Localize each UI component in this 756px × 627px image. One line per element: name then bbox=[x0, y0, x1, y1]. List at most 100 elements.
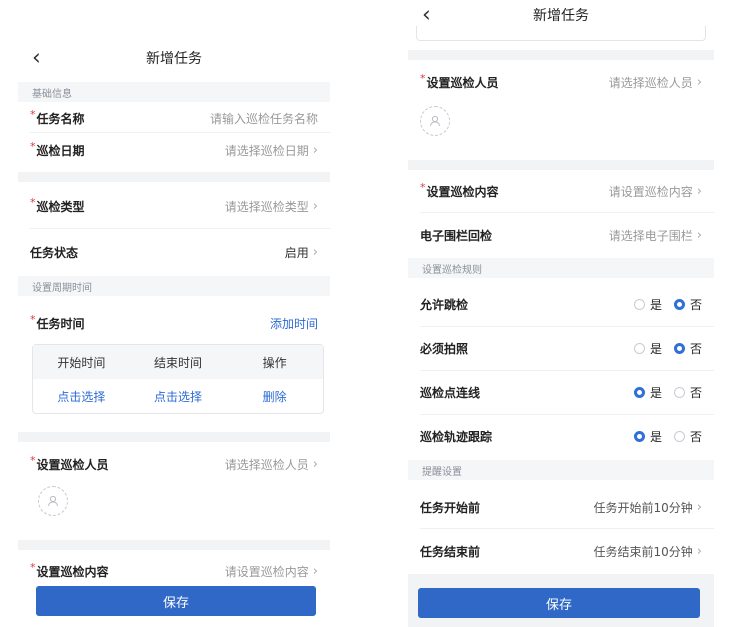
radio-unchecked-icon bbox=[673, 430, 685, 442]
radio-group: 是 否 bbox=[633, 428, 702, 445]
radio-no-label: 否 bbox=[689, 297, 702, 312]
content-label: 设置巡检内容 bbox=[36, 564, 109, 579]
task-status-value: 启用 bbox=[284, 245, 309, 260]
section-gap bbox=[408, 50, 714, 60]
inspect-type-row[interactable]: * 巡检类型 请选择巡检类型 › bbox=[18, 188, 330, 224]
geofence-value: 请选择电子围栏 bbox=[608, 228, 693, 243]
rule-row-track: 巡检轨迹跟踪 是 否 bbox=[408, 420, 714, 452]
chevron-right-icon: › bbox=[696, 227, 702, 243]
content-label: 设置巡检内容 bbox=[426, 184, 499, 199]
divider bbox=[30, 228, 330, 229]
radio-group: 是 否 bbox=[633, 340, 702, 357]
geofence-row[interactable]: 电子围栏回检 请选择电子围栏 › bbox=[408, 220, 714, 250]
rule-row-photo: 必须拍照 是 否 bbox=[408, 332, 714, 364]
radio-group: 是 否 bbox=[633, 296, 702, 313]
radio-no[interactable]: 否 bbox=[673, 428, 702, 445]
chevron-right-icon: › bbox=[696, 543, 702, 559]
chevron-right-icon: › bbox=[696, 499, 702, 515]
inspectors-value: 请选择巡检人员 bbox=[608, 75, 693, 90]
chevron-right-icon: › bbox=[696, 183, 702, 199]
content-row[interactable]: * 设置巡检内容 请设置巡检内容 › bbox=[408, 176, 714, 206]
task-name-label: 任务名称 bbox=[36, 111, 85, 126]
rule-label: 必须拍照 bbox=[420, 341, 469, 356]
divider bbox=[420, 326, 714, 327]
section-gap bbox=[18, 432, 330, 442]
chevron-right-icon: › bbox=[312, 244, 318, 260]
inspect-type-label: 巡检类型 bbox=[36, 199, 85, 214]
save-button[interactable]: 保存 bbox=[418, 588, 700, 618]
inspectors-row[interactable]: * 设置巡检人员 请选择巡检人员 › bbox=[408, 68, 714, 96]
radio-yes[interactable]: 是 bbox=[633, 384, 662, 401]
add-time-button[interactable]: 添加时间 bbox=[270, 315, 318, 332]
save-button[interactable]: 保存 bbox=[36, 586, 316, 616]
required-mark: * bbox=[30, 312, 36, 326]
divider bbox=[420, 528, 714, 529]
inspectors-value: 请选择巡检人员 bbox=[224, 457, 309, 472]
task-name-input[interactable]: 请输入巡检任务名称 bbox=[210, 110, 318, 127]
right-screen: ‹ 新增任务 * 设置巡检人员 请选择巡检人员 › * 设置巡检内容 请设置巡检… bbox=[408, 0, 714, 627]
back-icon[interactable]: ‹ bbox=[422, 3, 431, 28]
radio-checked-icon bbox=[633, 386, 645, 398]
start-time-select[interactable]: 点击选择 bbox=[33, 388, 130, 405]
task-name-row[interactable]: * 任务名称 请输入巡检任务名称 bbox=[18, 104, 330, 132]
radio-yes[interactable]: 是 bbox=[633, 428, 662, 445]
chevron-right-icon: › bbox=[312, 563, 318, 579]
radio-no-label: 否 bbox=[689, 429, 702, 444]
inspectors-row[interactable]: * 设置巡检人员 请选择巡检人员 › bbox=[18, 450, 330, 478]
chevron-right-icon: › bbox=[696, 74, 702, 90]
radio-yes-label: 是 bbox=[649, 385, 662, 400]
radio-no-label: 否 bbox=[689, 385, 702, 400]
task-status-row[interactable]: 任务状态 启用 › bbox=[18, 234, 330, 270]
radio-checked-icon bbox=[673, 298, 685, 310]
before-start-value: 任务开始前10分钟 bbox=[593, 500, 693, 515]
radio-group: 是 否 bbox=[633, 384, 702, 401]
rule-row-connect: 巡检点连线 是 否 bbox=[408, 376, 714, 408]
required-mark: * bbox=[30, 139, 36, 153]
header-end-time: 结束时间 bbox=[154, 355, 203, 370]
section-reminder: 提醒设置 bbox=[408, 460, 714, 480]
radio-yes[interactable]: 是 bbox=[633, 296, 662, 313]
required-mark: * bbox=[420, 180, 426, 194]
required-mark: * bbox=[30, 107, 36, 121]
inspect-date-value: 请选择巡检日期 bbox=[224, 143, 309, 158]
task-time-row: * 任务时间 添加时间 bbox=[18, 306, 330, 340]
radio-no[interactable]: 否 bbox=[673, 340, 702, 357]
rule-label: 巡检点连线 bbox=[420, 385, 481, 400]
section-gap bbox=[18, 172, 330, 182]
radio-unchecked-icon bbox=[633, 298, 645, 310]
header-action: 操作 bbox=[262, 355, 287, 370]
required-mark: * bbox=[30, 560, 36, 574]
radio-yes-label: 是 bbox=[649, 341, 662, 356]
radio-unchecked-icon bbox=[673, 386, 685, 398]
inspect-type-value: 请选择巡检类型 bbox=[224, 199, 309, 214]
required-mark: * bbox=[420, 71, 426, 85]
back-icon[interactable]: ‹ bbox=[32, 46, 41, 71]
radio-unchecked-icon bbox=[633, 342, 645, 354]
navbar: ‹ 新增任务 bbox=[18, 40, 330, 76]
divider bbox=[420, 370, 714, 371]
divider bbox=[420, 414, 714, 415]
time-table-header: 开始时间 结束时间 操作 bbox=[33, 345, 323, 379]
inspect-date-row[interactable]: * 巡检日期 请选择巡检日期 › bbox=[18, 134, 330, 166]
user-placeholder-icon[interactable] bbox=[38, 486, 68, 516]
radio-no[interactable]: 否 bbox=[673, 384, 702, 401]
before-end-row[interactable]: 任务结束前 任务结束前10分钟 › bbox=[408, 534, 714, 568]
divider bbox=[30, 132, 330, 133]
radio-yes[interactable]: 是 bbox=[633, 340, 662, 357]
scrolled-table-edge bbox=[416, 26, 706, 41]
before-end-label: 任务结束前 bbox=[420, 544, 481, 559]
before-end-value: 任务结束前10分钟 bbox=[593, 544, 693, 559]
before-start-row[interactable]: 任务开始前 任务开始前10分钟 › bbox=[408, 490, 714, 524]
section-inspect-rules: 设置巡检规则 bbox=[408, 258, 714, 278]
header-start-time: 开始时间 bbox=[57, 355, 106, 370]
chevron-right-icon: › bbox=[312, 142, 318, 158]
user-placeholder-icon[interactable] bbox=[420, 106, 450, 136]
radio-no[interactable]: 否 bbox=[673, 296, 702, 313]
content-row[interactable]: * 设置巡检内容 请设置巡检内容 › bbox=[18, 560, 330, 582]
radio-checked-icon bbox=[633, 430, 645, 442]
chevron-right-icon: › bbox=[312, 456, 318, 472]
page-title: 新增任务 bbox=[146, 51, 202, 67]
delete-button[interactable]: 删除 bbox=[226, 388, 323, 405]
end-time-select[interactable]: 点击选择 bbox=[130, 388, 227, 405]
task-time-label: 任务时间 bbox=[36, 316, 85, 331]
